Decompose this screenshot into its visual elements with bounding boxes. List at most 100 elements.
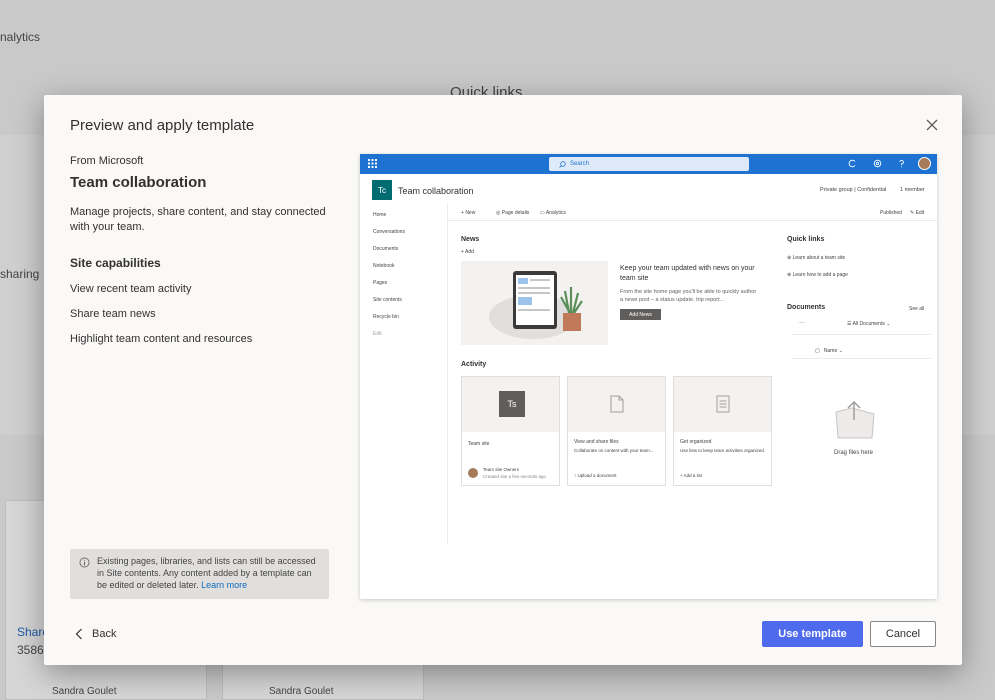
site-nav-item: Site contents bbox=[373, 297, 402, 303]
help-icon bbox=[899, 160, 904, 168]
command-bar-divider bbox=[448, 220, 937, 221]
news-illustration bbox=[461, 261, 608, 345]
app-launcher-icon bbox=[368, 159, 377, 168]
tile-action: ↑ Upload a document bbox=[574, 473, 617, 478]
site-nav-item: Notebook bbox=[373, 263, 395, 269]
dialog-title: Preview and apply template bbox=[70, 117, 255, 134]
tile-body: Collaborate on content with your team... bbox=[574, 448, 654, 453]
template-source: From Microsoft bbox=[70, 155, 144, 167]
preview-search-box: Search bbox=[549, 157, 749, 171]
site-nav-item: Recycle bin bbox=[373, 314, 399, 320]
site-nav-item: Conversations bbox=[373, 229, 405, 235]
tile-title: Team site bbox=[468, 441, 490, 447]
quick-link-item: ⊕ Learn about a team site bbox=[787, 255, 846, 261]
activity-tile-files: View and share files Collaborate on cont… bbox=[567, 376, 666, 486]
edit-action-label: Edit bbox=[915, 210, 925, 216]
search-icon bbox=[559, 160, 566, 168]
tile-action-label: Upload a document bbox=[577, 473, 617, 478]
all-documents-view: ☰ All Documents ⌄ bbox=[847, 321, 891, 327]
bg-sharing-text: sharing bbox=[0, 267, 40, 281]
edit-action: ✎ Edit bbox=[910, 210, 925, 216]
published-status: Published bbox=[880, 210, 902, 216]
site-nav-item: Documents bbox=[373, 246, 399, 252]
tile-body: Use lists to keep team activities organi… bbox=[680, 448, 766, 453]
suite-bar: Search bbox=[360, 154, 937, 174]
cmd-page-details: ◎ Page details bbox=[496, 210, 530, 216]
tile-header bbox=[674, 377, 771, 432]
activity-tile-team-site: Ts Team site Team site Owners Created si… bbox=[461, 376, 560, 486]
cmd-analytics-label: Analytics bbox=[545, 210, 566, 216]
search-placeholder: Search bbox=[570, 161, 590, 167]
use-template-button[interactable]: Use template bbox=[762, 621, 863, 647]
cmd-analytics: ▭ Analytics bbox=[540, 210, 566, 216]
back-label: Back bbox=[92, 628, 117, 640]
cmd-page-details-label: Page details bbox=[501, 210, 530, 216]
tile-owner: Team site Owners bbox=[483, 467, 520, 472]
news-add-label: Add bbox=[465, 249, 474, 255]
all-documents-label: All Documents bbox=[852, 321, 885, 327]
folder-icon bbox=[835, 400, 875, 439]
capability-item: Share team news bbox=[70, 308, 156, 320]
cancel-button[interactable]: Cancel bbox=[870, 621, 936, 647]
template-preview: Search Tc Team collaboration Private gro… bbox=[360, 154, 937, 599]
info-note: Existing pages, libraries, and lists can… bbox=[70, 549, 329, 599]
close-icon bbox=[926, 119, 938, 131]
site-nav-item: Home bbox=[373, 212, 387, 218]
site-logo: Tc bbox=[372, 180, 392, 200]
list-icon bbox=[716, 395, 730, 413]
site-members: 1 member bbox=[900, 187, 925, 193]
bg-analytics-text: nalytics bbox=[0, 30, 41, 44]
file-icon bbox=[610, 395, 624, 413]
drag-files-text: Drag files here bbox=[834, 450, 874, 456]
site-nav-item: Edit bbox=[373, 331, 382, 337]
see-all-link: See all bbox=[909, 306, 925, 312]
tile-title: Get organized bbox=[680, 439, 712, 445]
quick-link-label: Learn about a team site bbox=[792, 255, 846, 261]
tablet-plant-illustration bbox=[489, 271, 583, 339]
site-nav-item: Pages bbox=[373, 280, 388, 286]
chevron-left-icon bbox=[75, 628, 82, 640]
more-options-icon: ··· bbox=[799, 320, 805, 326]
quick-links-heading: Quick links bbox=[787, 236, 825, 243]
site-title: Team collaboration bbox=[398, 186, 474, 196]
tile-header: Ts bbox=[462, 377, 559, 432]
name-column-label: Name bbox=[823, 348, 838, 354]
bg-count-text: 3586 bbox=[17, 643, 44, 657]
tile-title: View and share files bbox=[574, 439, 619, 445]
owner-avatar bbox=[468, 468, 478, 478]
learn-more-link[interactable]: Learn more bbox=[201, 580, 247, 590]
quick-link-item: ⊕ Learn how to add a page bbox=[787, 272, 848, 278]
template-dialog: Preview and apply template From Microsof… bbox=[44, 95, 962, 665]
back-button[interactable]: Back bbox=[75, 628, 116, 640]
activity-heading: Activity bbox=[461, 361, 487, 368]
quick-link-label: Learn how to add a page bbox=[792, 272, 848, 278]
documents-heading: Documents bbox=[787, 304, 826, 311]
cmd-new: + New bbox=[461, 210, 476, 216]
site-meta: Private group | Confidential bbox=[820, 187, 887, 193]
capability-item: View recent team activity bbox=[70, 283, 192, 295]
tile-created: Created site a few seconds ago bbox=[483, 474, 547, 479]
cmd-new-label: New bbox=[465, 210, 476, 216]
add-news-button: Add News bbox=[620, 309, 661, 320]
close-button[interactable] bbox=[924, 117, 940, 133]
template-info-panel: From Microsoft Team collaboration Manage… bbox=[70, 155, 332, 345]
bg-user-name-1: Sandra Goulet bbox=[52, 686, 117, 697]
avatar bbox=[918, 157, 931, 170]
capability-item: Highlight team content and resources bbox=[70, 333, 253, 345]
sync-icon bbox=[848, 159, 856, 168]
tile-action: + Add a list bbox=[680, 473, 703, 478]
news-title: Keep your team updated with news on your… bbox=[620, 265, 755, 282]
template-description: Manage projects, share content, and stay… bbox=[70, 206, 326, 233]
tile-action-label: Add a list bbox=[683, 473, 703, 478]
tile-header bbox=[568, 377, 665, 432]
gear-icon bbox=[873, 159, 882, 168]
news-body: From the site home page you'll be able t… bbox=[620, 289, 757, 303]
doc-divider bbox=[792, 358, 932, 359]
doc-divider bbox=[792, 334, 932, 335]
capabilities-heading: Site capabilities bbox=[70, 256, 161, 270]
site-nav bbox=[360, 204, 448, 544]
activity-tile-lists: Get organized Use lists to keep team act… bbox=[673, 376, 772, 486]
tile-initials: Ts bbox=[499, 391, 525, 417]
news-add: + Add bbox=[461, 249, 474, 255]
template-name: Team collaboration bbox=[70, 174, 207, 191]
